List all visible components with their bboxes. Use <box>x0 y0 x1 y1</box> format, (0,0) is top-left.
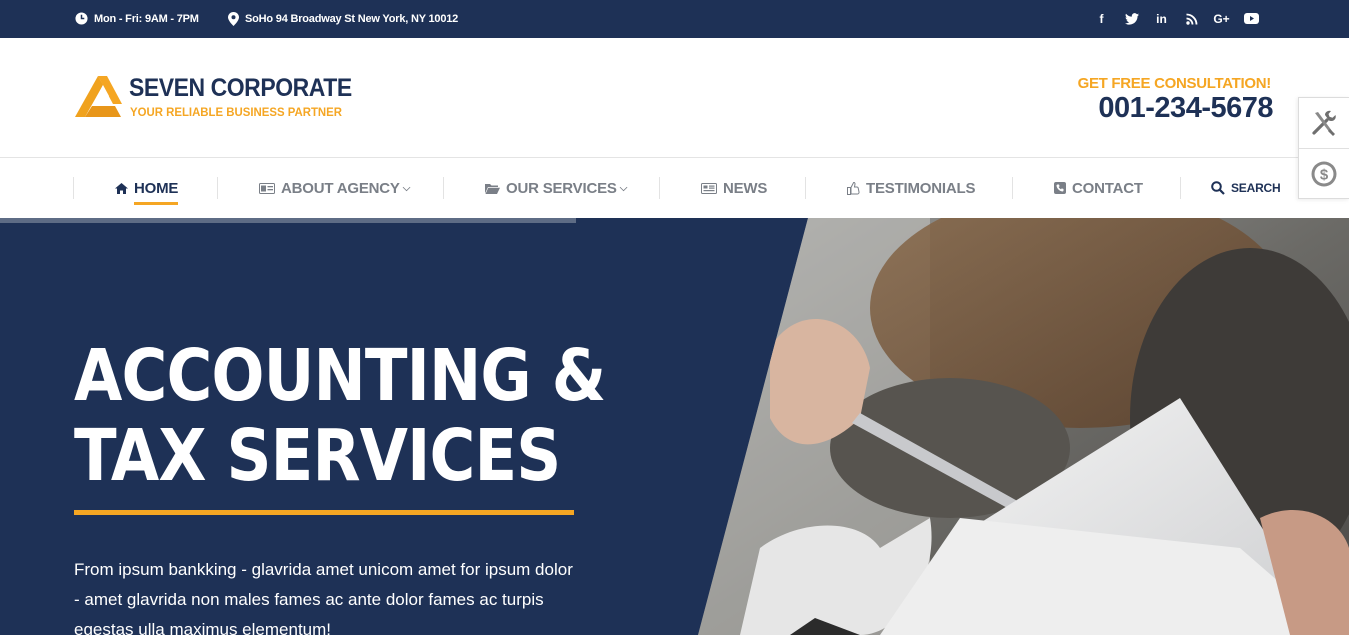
brand-tagline: YOUR RELIABLE BUSINESS PARTNER <box>130 105 342 119</box>
tools-button[interactable] <box>1299 98 1349 148</box>
top-bar: Mon - Fri: 9AM - 7PM SoHo 94 Broadway St… <box>0 0 1349 38</box>
clock-icon <box>75 12 88 25</box>
search-label: SEARCH <box>1231 181 1281 195</box>
chevron-down-icon: ⌵ <box>619 182 628 194</box>
consultation-phone[interactable]: 001-234-5678 <box>1098 92 1273 125</box>
nav-divider <box>73 177 74 199</box>
side-tools-panel: $ <box>1298 97 1349 199</box>
hero-description: From ipsum bankking - glavrida amet unic… <box>74 560 573 635</box>
address: SoHo 94 Broadway St New York, NY 10012 <box>228 12 458 26</box>
dollar-icon: $ <box>1311 161 1337 186</box>
twitter-icon[interactable] <box>1124 11 1139 26</box>
folder-icon <box>485 183 500 194</box>
hero-accent-rule <box>74 510 574 515</box>
search-button[interactable]: SEARCH <box>1211 178 1281 198</box>
brand-name[interactable]: SEVEN CORPORATE <box>129 74 352 103</box>
hours-text: Mon - Fri: 9AM - 7PM <box>94 12 199 25</box>
thumbs-up-icon <box>847 181 860 195</box>
nav-divider <box>1180 177 1181 199</box>
nav-label-contact: CONTACT <box>1072 179 1143 197</box>
nav-item-news[interactable]: NEWS <box>701 178 767 198</box>
social-links: f in G+ <box>1094 11 1259 26</box>
id-card-icon <box>259 182 275 194</box>
nav-divider <box>443 177 444 199</box>
nav-label-news: NEWS <box>723 179 768 197</box>
hero-title-line-2: TAX SERVICES <box>74 414 561 497</box>
google-plus-icon[interactable]: G+ <box>1213 11 1229 26</box>
nav-divider <box>217 177 218 199</box>
linkedin-icon[interactable]: in <box>1154 11 1169 26</box>
site-header: SEVEN CORPORATE YOUR RELIABLE BUSINESS P… <box>0 38 1349 158</box>
nav-divider <box>659 177 660 199</box>
phone-icon <box>1054 182 1066 194</box>
nav-label-home: HOME <box>134 179 179 197</box>
nav-divider <box>805 177 806 199</box>
nav-label-testimonials: TESTIMONIALS <box>866 179 976 197</box>
nav-label-about-agency: ABOUT AGENCY <box>281 179 400 197</box>
tools-icon <box>1312 110 1336 136</box>
hero-banner: ACCOUNTING & TAX SERVICES From ipsum ban… <box>0 218 1349 635</box>
hero-top-strip <box>0 218 576 223</box>
main-navigation: HOME ABOUT AGENCY ⌵ OUR SERVICES ⌵ NEWS … <box>0 158 1349 218</box>
youtube-icon[interactable] <box>1244 11 1259 26</box>
chevron-down-icon: ⌵ <box>402 182 411 194</box>
hero-title: ACCOUNTING & TAX SERVICES <box>74 334 606 497</box>
home-icon <box>115 182 128 194</box>
nav-divider <box>1012 177 1013 199</box>
nav-item-home[interactable]: HOME <box>115 178 179 205</box>
newspaper-icon <box>701 182 717 194</box>
nav-item-about-agency[interactable]: ABOUT AGENCY ⌵ <box>259 178 410 198</box>
address-text: SoHo 94 Broadway St New York, NY 10012 <box>245 13 459 25</box>
nav-item-our-services[interactable]: OUR SERVICES ⌵ <box>485 178 627 198</box>
business-hours: Mon - Fri: 9AM - 7PM <box>75 12 199 25</box>
consultation-label: GET FREE CONSULTATION! <box>1077 75 1272 92</box>
svg-text:$: $ <box>1320 166 1329 183</box>
nav-label-our-services: OUR SERVICES <box>506 179 617 197</box>
hero-title-line-1: ACCOUNTING & <box>74 334 606 417</box>
search-icon <box>1211 181 1225 195</box>
logo-icon[interactable] <box>75 76 122 118</box>
facebook-icon[interactable]: f <box>1094 11 1109 26</box>
map-pin-icon <box>228 12 239 26</box>
rss-icon[interactable] <box>1184 11 1199 26</box>
nav-item-testimonials[interactable]: TESTIMONIALS <box>847 178 975 198</box>
pricing-button[interactable]: $ <box>1299 148 1349 198</box>
nav-item-contact[interactable]: CONTACT <box>1054 178 1143 198</box>
